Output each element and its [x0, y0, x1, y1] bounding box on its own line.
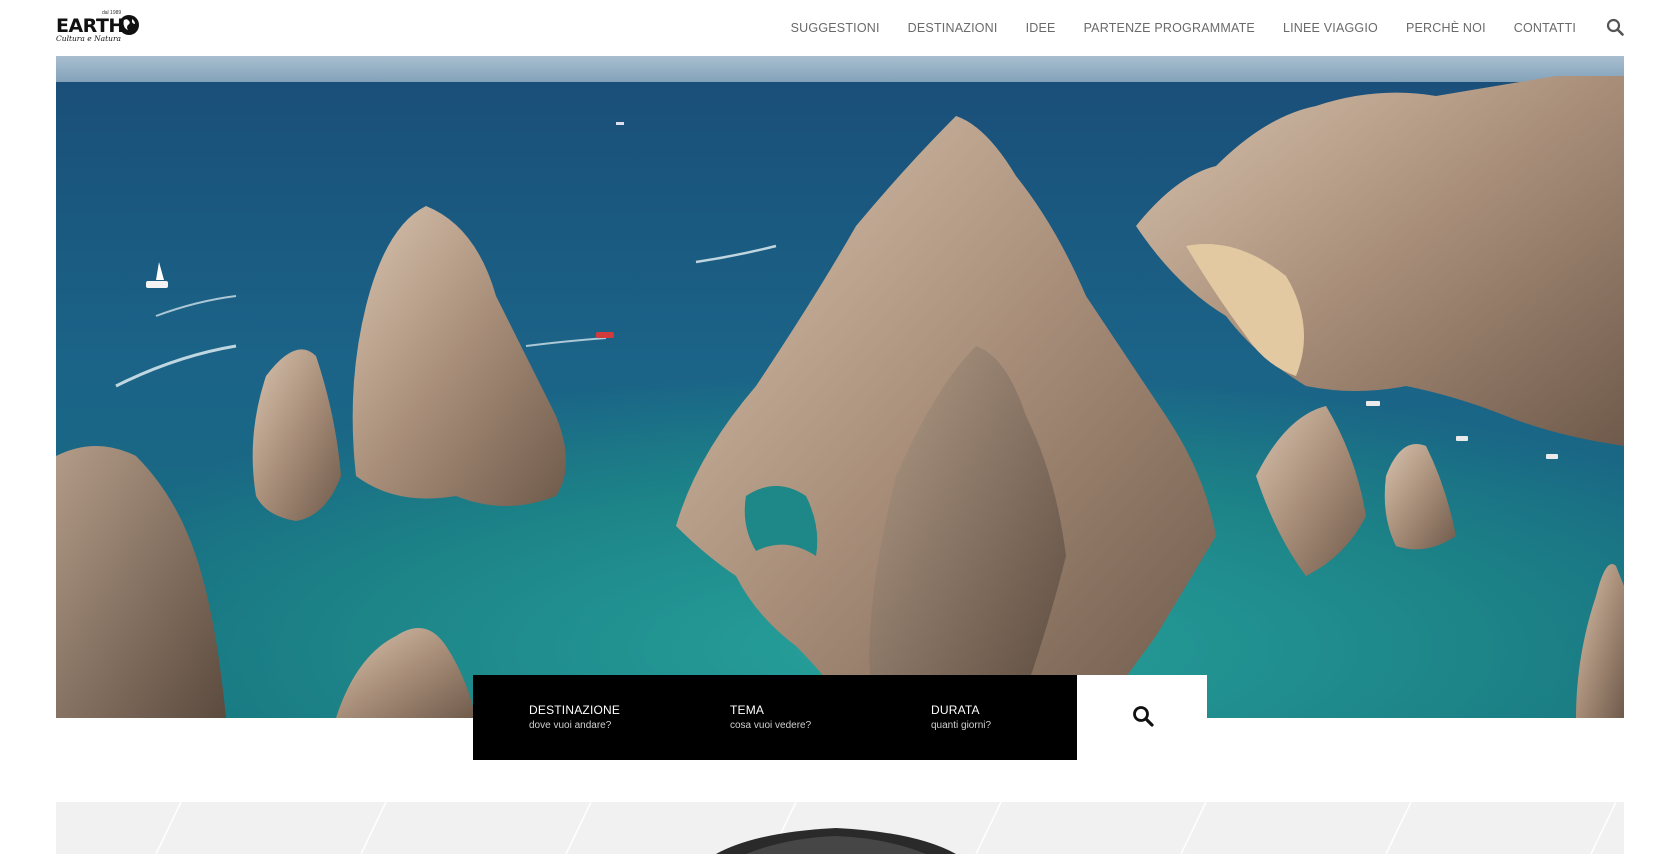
hero-image [56, 56, 1624, 718]
destination-field[interactable]: DESTINAZIONE dove vuoi andare? [473, 675, 674, 760]
theme-placeholder: cosa vuoi vedere? [730, 720, 812, 731]
duration-label: DURATA [931, 703, 980, 717]
next-section-band [56, 802, 1624, 854]
site-header: EARTH dal 1989 Cultura e Natura SUGGESTI… [0, 0, 1680, 56]
nav-item-contatti[interactable]: CONTATTI [1514, 21, 1576, 35]
nav-item-linee-viaggio[interactable]: LINEE VIAGGIO [1283, 21, 1378, 35]
globe-icon [119, 15, 139, 35]
trip-search-bar: DESTINAZIONE dove vuoi andare? TEMA cosa… [473, 675, 1077, 760]
duration-placeholder: quanti giorni? [931, 720, 992, 731]
destination-label: DESTINAZIONE [529, 703, 621, 717]
search-icon [1133, 706, 1154, 727]
duration-field[interactable]: DURATA quanti giorni? [875, 675, 1076, 760]
destination-placeholder: dove vuoi andare? [529, 720, 612, 731]
hero-landscape [56, 56, 1624, 718]
theme-label: TEMA [730, 703, 765, 717]
band-decoration [155, 802, 1617, 854]
earth-logo[interactable]: EARTH dal 1989 Cultura e Natura [56, 10, 146, 44]
logo-tagline: Cultura e Natura [56, 34, 122, 43]
nav-item-suggestioni[interactable]: SUGGESTIONI [791, 21, 880, 35]
nav-item-idee[interactable]: IDEE [1026, 21, 1056, 35]
search-button[interactable] [1077, 675, 1207, 760]
nav-item-partenze-programmate[interactable]: PARTENZE PROGRAMMATE [1084, 21, 1255, 35]
nav-item-destinazioni[interactable]: DESTINAZIONI [908, 21, 998, 35]
main-nav: SUGGESTIONI DESTINAZIONI IDEE PARTENZE P… [763, 0, 1680, 56]
theme-field[interactable]: TEMA cosa vuoi vedere? [674, 675, 875, 760]
nav-item-perche-noi[interactable]: PERCHÈ NOI [1406, 21, 1486, 35]
search-icon[interactable] [1606, 18, 1624, 36]
